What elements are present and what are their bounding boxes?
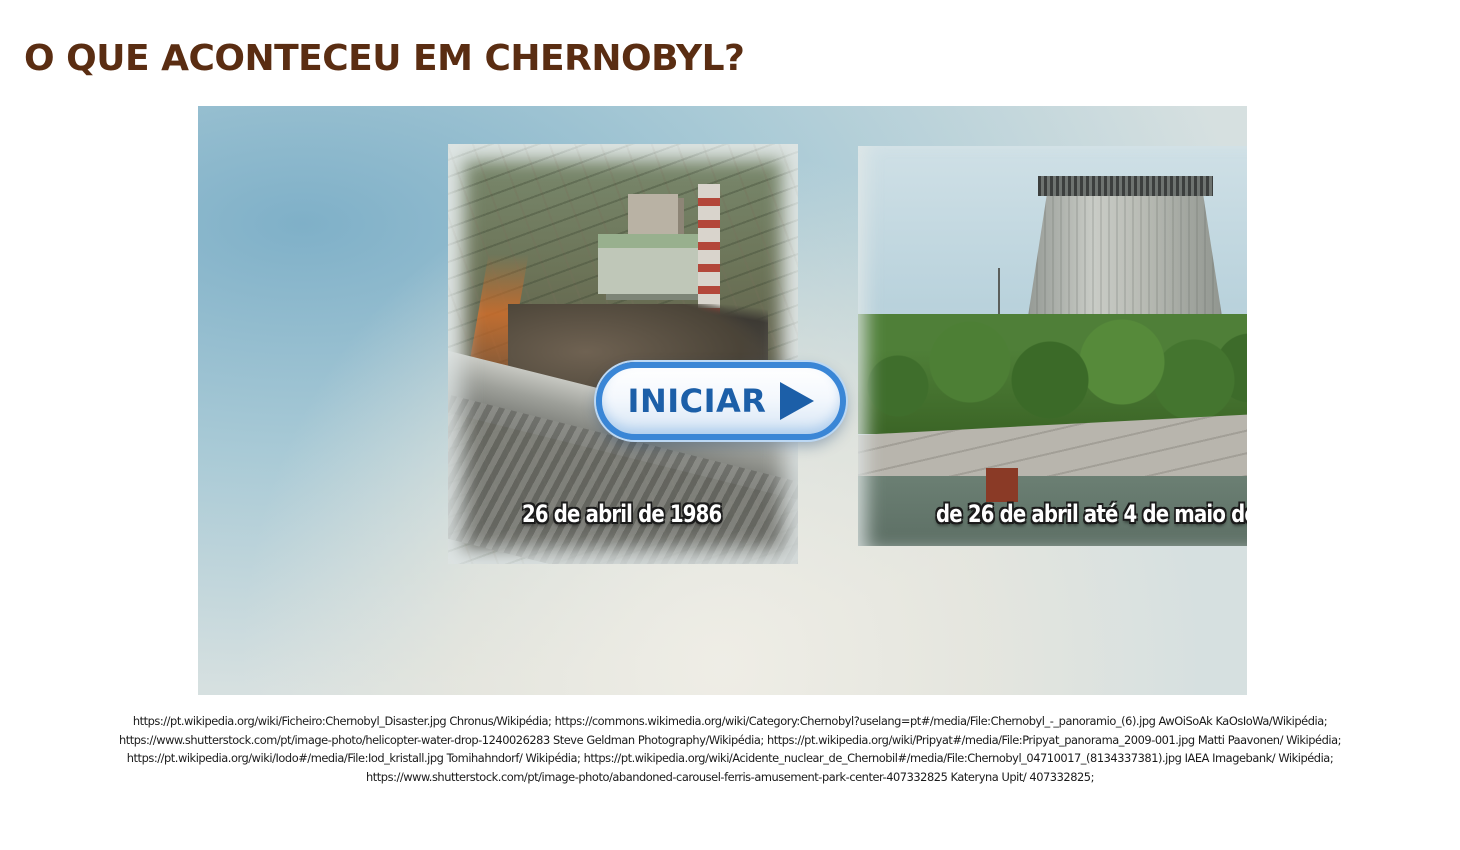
cooling-tower-photo: [858, 146, 1247, 546]
page-title: O QUE ACONTECEU EM CHERNOBYL?: [24, 38, 745, 79]
play-icon: [780, 382, 815, 420]
image-credits: https://pt.wikipedia.org/wiki/Ficheiro:C…: [118, 714, 1342, 784]
reactor-aerial-photo: [448, 144, 798, 564]
video-player[interactable]: 26 de abril de 1986 de 26 de abril até 4…: [198, 106, 1247, 695]
start-button-label: INICIAR: [627, 382, 767, 420]
start-button[interactable]: INICIAR: [596, 362, 846, 440]
